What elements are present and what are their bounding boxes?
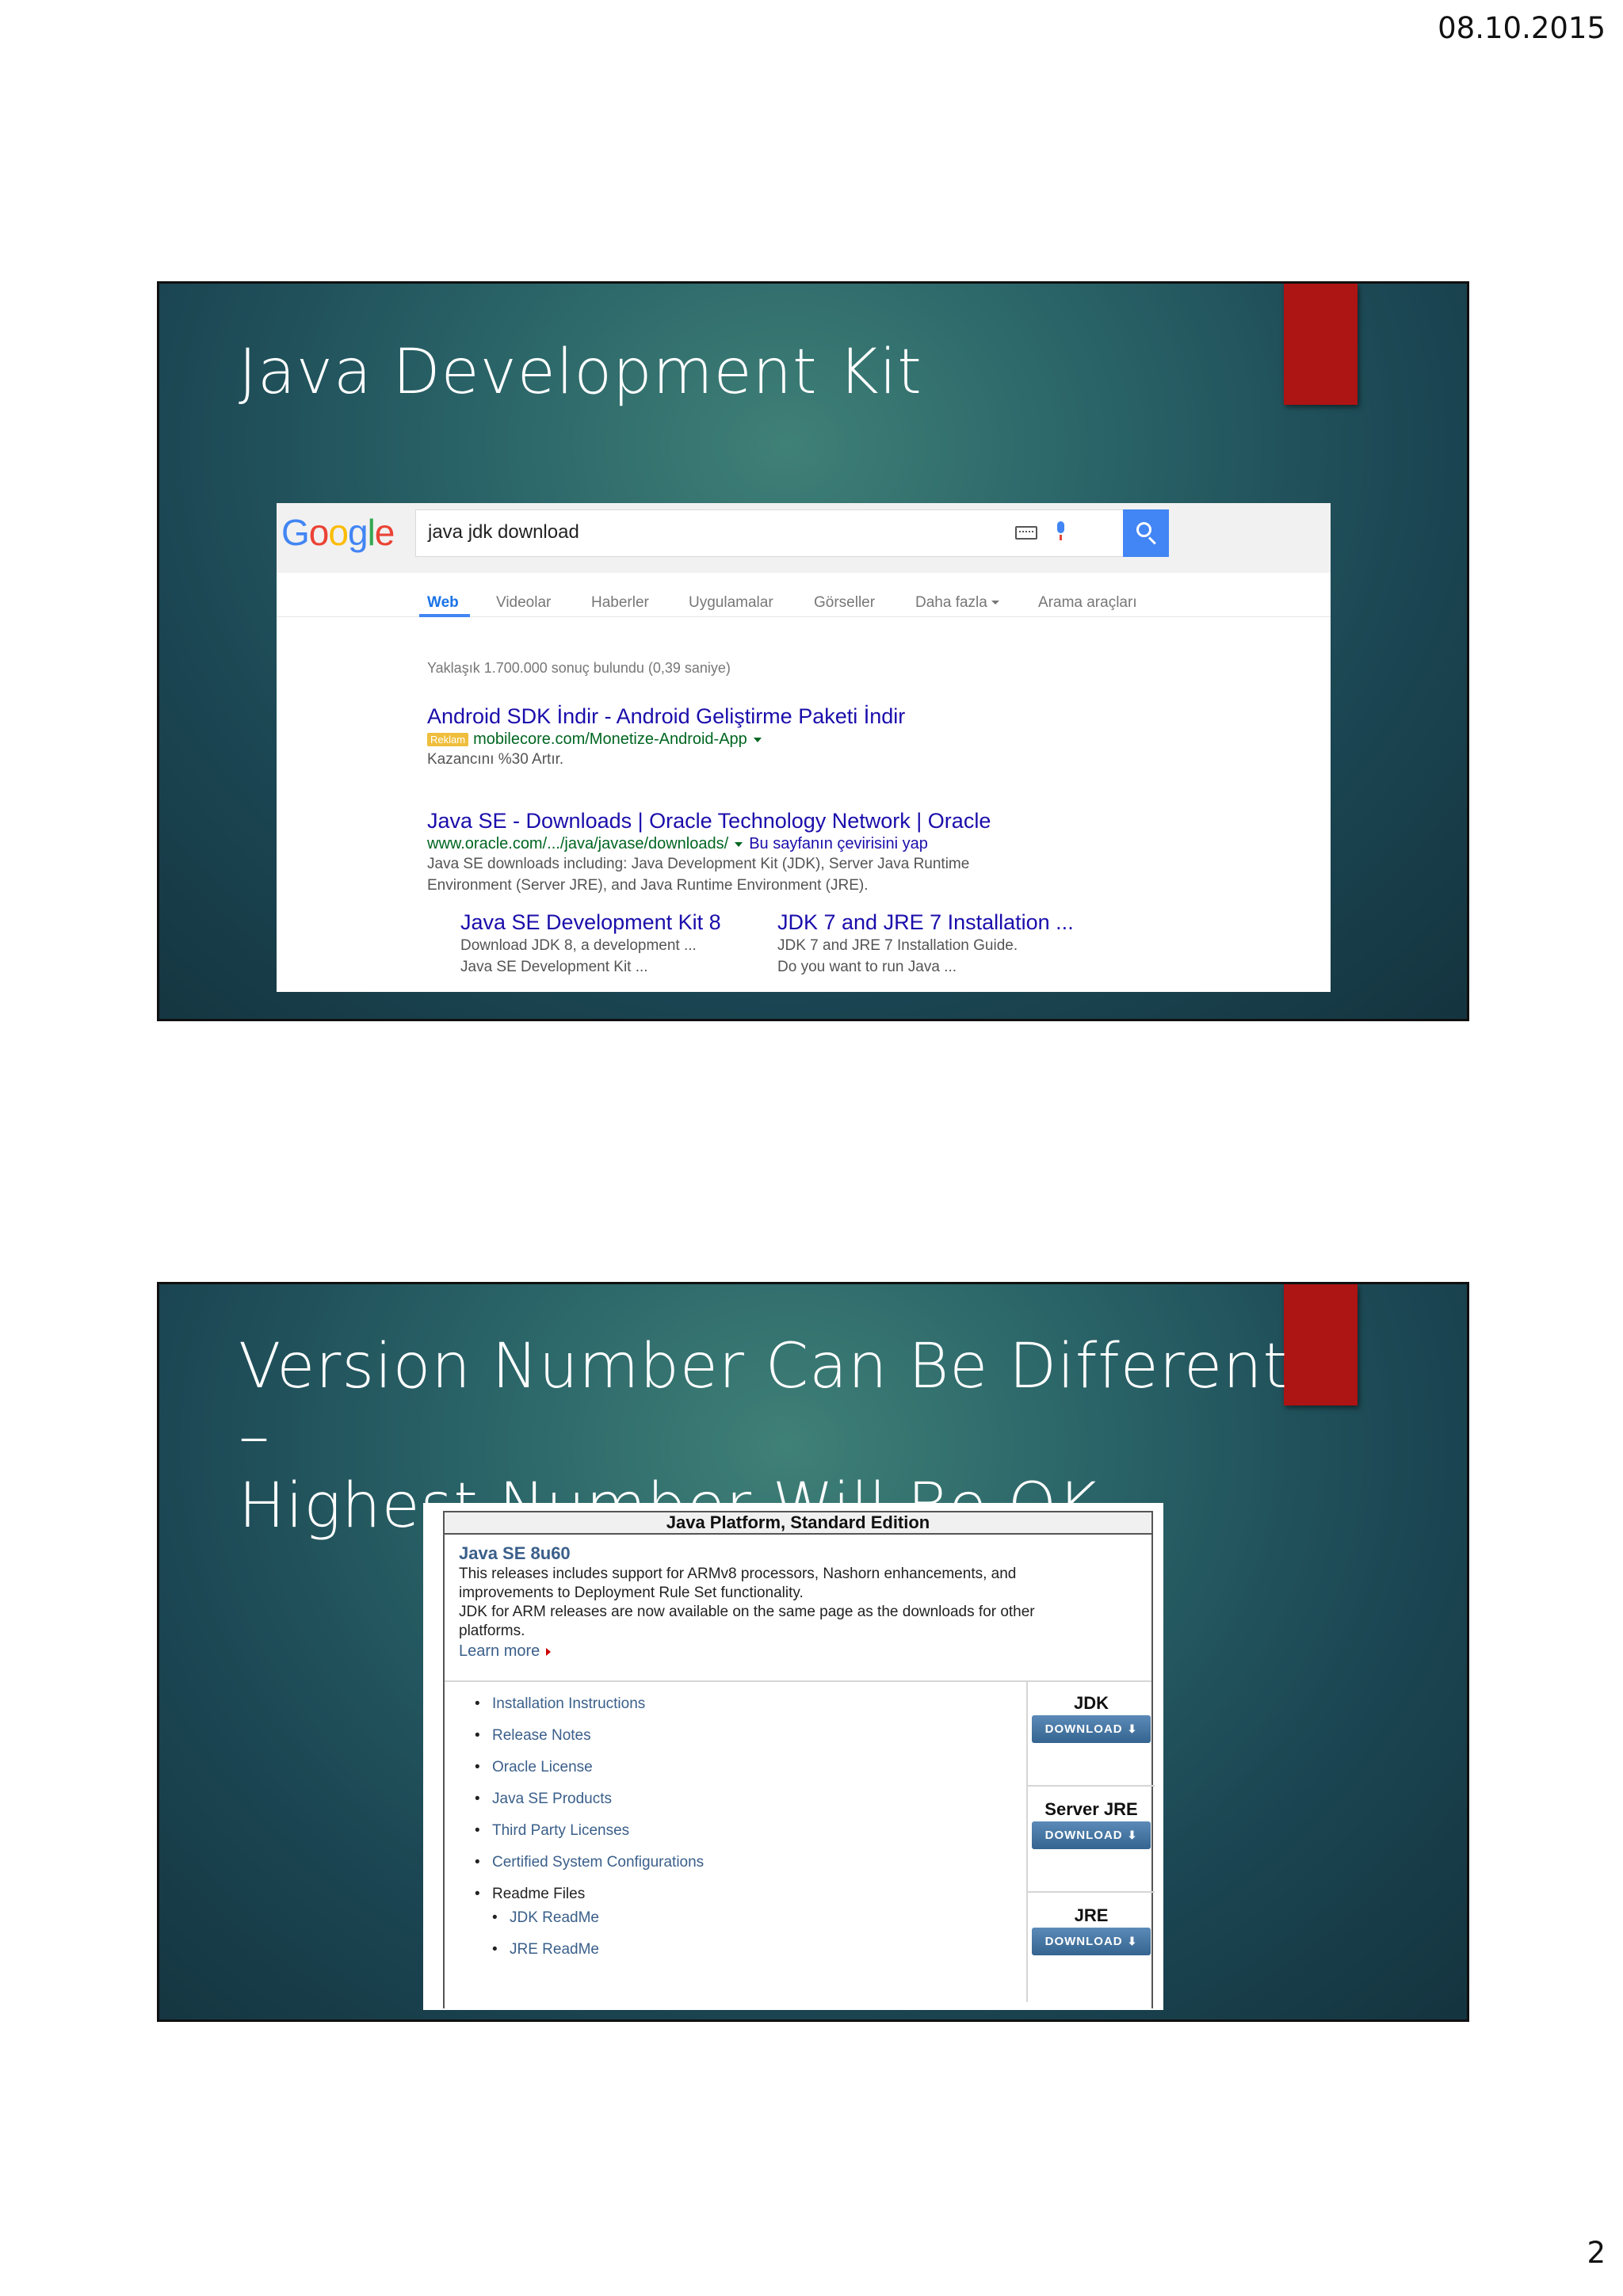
java-platform-panel: Java Platform, Standard Edition Java SE … bbox=[443, 1511, 1155, 2008]
sitelink-snippet: JDK 7 and JRE 7 Installation Guide. bbox=[777, 937, 1018, 954]
result-stats: Yaklaşık 1.700.000 sonuç bulundu (0,39 s… bbox=[427, 660, 731, 676]
search-input[interactable]: java jdk download bbox=[415, 509, 1124, 557]
tab-web[interactable]: Web bbox=[427, 594, 459, 612]
result-title-link[interactable]: Java SE - Downloads | Oracle Technology … bbox=[427, 809, 991, 833]
release-description: JDK for ARM releases are now available o… bbox=[459, 1604, 1035, 1620]
jre-download-button[interactable]: DOWNLOAD ⬇ bbox=[1032, 1928, 1151, 1955]
link-java-se-products[interactable]: Java SE Products bbox=[475, 1790, 704, 1821]
resource-links: Installation Instructions Release Notes … bbox=[475, 1695, 704, 1972]
sitelink-snippet: Do you want to run Java ... bbox=[777, 959, 957, 975]
caret-down-icon[interactable] bbox=[735, 841, 743, 847]
jdk-download-button[interactable]: DOWNLOAD ⬇ bbox=[1032, 1715, 1151, 1743]
result-url[interactable]: www.oracle.com/.../java/javase/downloads… bbox=[427, 835, 991, 853]
learn-more-link[interactable]: Learn more bbox=[459, 1641, 1137, 1661]
caret-down-icon bbox=[991, 601, 999, 605]
link-jdk-readme[interactable]: JDK ReadMe bbox=[492, 1909, 704, 1940]
ad-title-link[interactable]: Android SDK İndir - Android Geliştirme P… bbox=[427, 704, 905, 729]
release-description: platforms. bbox=[459, 1623, 525, 1639]
server-jre-download-button[interactable]: DOWNLOAD ⬇ bbox=[1032, 1821, 1151, 1849]
panel-header: Java Platform, Standard Edition bbox=[445, 1512, 1151, 1535]
translate-link[interactable]: Bu sayfanın çevirisini yap bbox=[749, 835, 928, 852]
google-search-screenshot: Google java jdk download Web Videolar Ha… bbox=[277, 503, 1331, 992]
link-jre-readme[interactable]: JRE ReadMe bbox=[492, 1940, 704, 1972]
page-number: 2 bbox=[1587, 2236, 1606, 2270]
release-description: This releases includes support for ARMv8… bbox=[459, 1566, 1017, 1582]
ad-url[interactable]: Reklam mobilecore.com/Monetize-Android-Ap… bbox=[427, 730, 905, 749]
ad-badge: Reklam bbox=[427, 733, 469, 747]
server-jre-download-box: Server JRE DOWNLOAD ⬇ bbox=[1028, 1788, 1155, 1893]
readme-links: JDK ReadMe JRE ReadMe bbox=[492, 1909, 704, 1972]
search-tabs: Web Videolar Haberler Uygulamalar Görsel… bbox=[277, 573, 1331, 617]
tab-haberler[interactable]: Haberler bbox=[591, 594, 649, 612]
download-column: JDK DOWNLOAD ⬇ Server JRE DOWNLOAD ⬇ JRE D… bbox=[1026, 1682, 1155, 2002]
keyboard-icon[interactable] bbox=[1015, 526, 1037, 540]
sitelink-title[interactable]: Java SE Development Kit 8 bbox=[460, 910, 721, 935]
tab-uygulamalar[interactable]: Uygulamalar bbox=[689, 594, 773, 612]
link-certified-system-configurations[interactable]: Certified System Configurations bbox=[475, 1853, 704, 1885]
link-oracle-license[interactable]: Oracle License bbox=[475, 1758, 704, 1790]
download-arrow-icon: ⬇ bbox=[1127, 1722, 1138, 1735]
slide-java-development-kit: Java Development Kit Google java jdk dow… bbox=[157, 281, 1469, 1021]
tab-videolar[interactable]: Videolar bbox=[496, 594, 551, 612]
slide-version-number: Version Number Can Be Different – Highes… bbox=[157, 1282, 1469, 2022]
download-section: Installation Instructions Release Notes … bbox=[445, 1682, 1155, 2002]
link-third-party-licenses[interactable]: Third Party Licenses bbox=[475, 1821, 704, 1853]
link-release-notes[interactable]: Release Notes bbox=[475, 1726, 704, 1758]
release-name: Java SE 8u60 bbox=[459, 1543, 571, 1563]
microphone-icon[interactable] bbox=[1055, 521, 1066, 540]
arrow-right-icon bbox=[546, 1647, 552, 1656]
result-snippet-line-2: Environment (Server JRE), and Java Runti… bbox=[427, 877, 869, 894]
jdk-download-box: JDK DOWNLOAD ⬇ bbox=[1028, 1682, 1155, 1787]
ad-result: Android SDK İndir - Android Geliştirme P… bbox=[427, 704, 905, 770]
sitelink-snippet: Java SE Development Kit ... bbox=[460, 959, 648, 975]
readme-files: Readme Files JDK ReadMe JRE ReadMe bbox=[475, 1885, 704, 1972]
sitelink-title[interactable]: JDK 7 and JRE 7 Installation ... bbox=[777, 910, 1074, 935]
download-label: JRE bbox=[1074, 1905, 1109, 1925]
sitelink-snippet: Download JDK 8, a development ... bbox=[460, 937, 697, 954]
oracle-result: Java SE - Downloads | Oracle Technology … bbox=[427, 809, 991, 896]
sitelink: JDK 7 and JRE 7 Installation ... JDK 7 a… bbox=[777, 910, 1074, 978]
google-header: Google java jdk download bbox=[277, 503, 1331, 573]
slide-title: Java Development Kit bbox=[239, 337, 922, 408]
sitelink: Java SE Development Kit 8 Download JDK 8… bbox=[460, 910, 721, 978]
search-button[interactable] bbox=[1123, 509, 1169, 557]
google-logo[interactable]: Google bbox=[281, 511, 395, 554]
search-icon bbox=[1136, 522, 1151, 537]
ad-snippet: Kazancını %30 Artır. bbox=[427, 751, 564, 768]
caret-down-icon[interactable] bbox=[753, 737, 762, 742]
download-arrow-icon: ⬇ bbox=[1127, 1935, 1138, 1947]
download-arrow-icon: ⬇ bbox=[1127, 1829, 1138, 1841]
tab-gorseller[interactable]: Görseller bbox=[814, 594, 875, 612]
download-label: JDK bbox=[1073, 1693, 1109, 1713]
download-label: Server JRE bbox=[1044, 1799, 1138, 1819]
oracle-download-screenshot: Java Platform, Standard Edition Java SE … bbox=[423, 1503, 1163, 2010]
tab-arama-araclari[interactable]: Arama araçları bbox=[1038, 594, 1137, 612]
jre-download-box: JRE DOWNLOAD ⬇ bbox=[1028, 1894, 1155, 1999]
result-snippet-line-1: Java SE downloads including: Java Develo… bbox=[427, 856, 970, 872]
tab-daha-fazla[interactable]: Daha fazla bbox=[915, 594, 999, 612]
release-description: improvements to Deployment Rule Set func… bbox=[459, 1585, 804, 1601]
page-date: 08.10.2015 bbox=[1438, 11, 1606, 45]
search-query[interactable]: java jdk download bbox=[428, 521, 579, 543]
release-intro: Java SE 8u60 This releases includes supp… bbox=[445, 1535, 1151, 1682]
active-tab-indicator bbox=[419, 614, 470, 617]
red-accent-tab bbox=[1284, 284, 1358, 405]
link-installation-instructions[interactable]: Installation Instructions bbox=[475, 1695, 704, 1726]
